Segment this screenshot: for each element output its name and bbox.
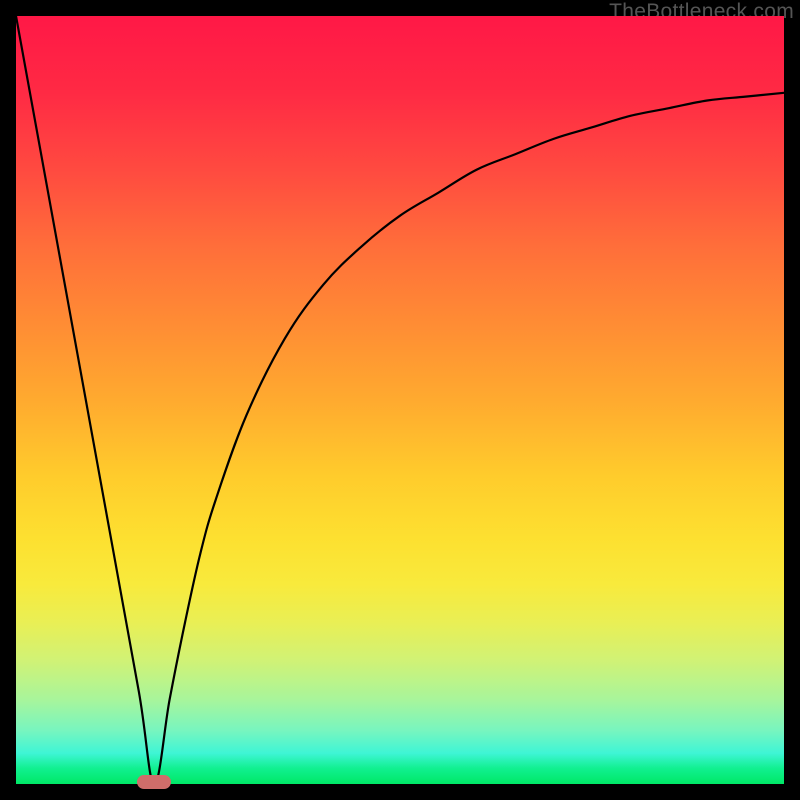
- chart-container: TheBottleneck.com: [0, 0, 800, 800]
- optimum-marker: [137, 775, 171, 789]
- plot-area: [16, 16, 784, 784]
- bottleneck-curve: [16, 16, 784, 784]
- curve-layer: [16, 16, 784, 784]
